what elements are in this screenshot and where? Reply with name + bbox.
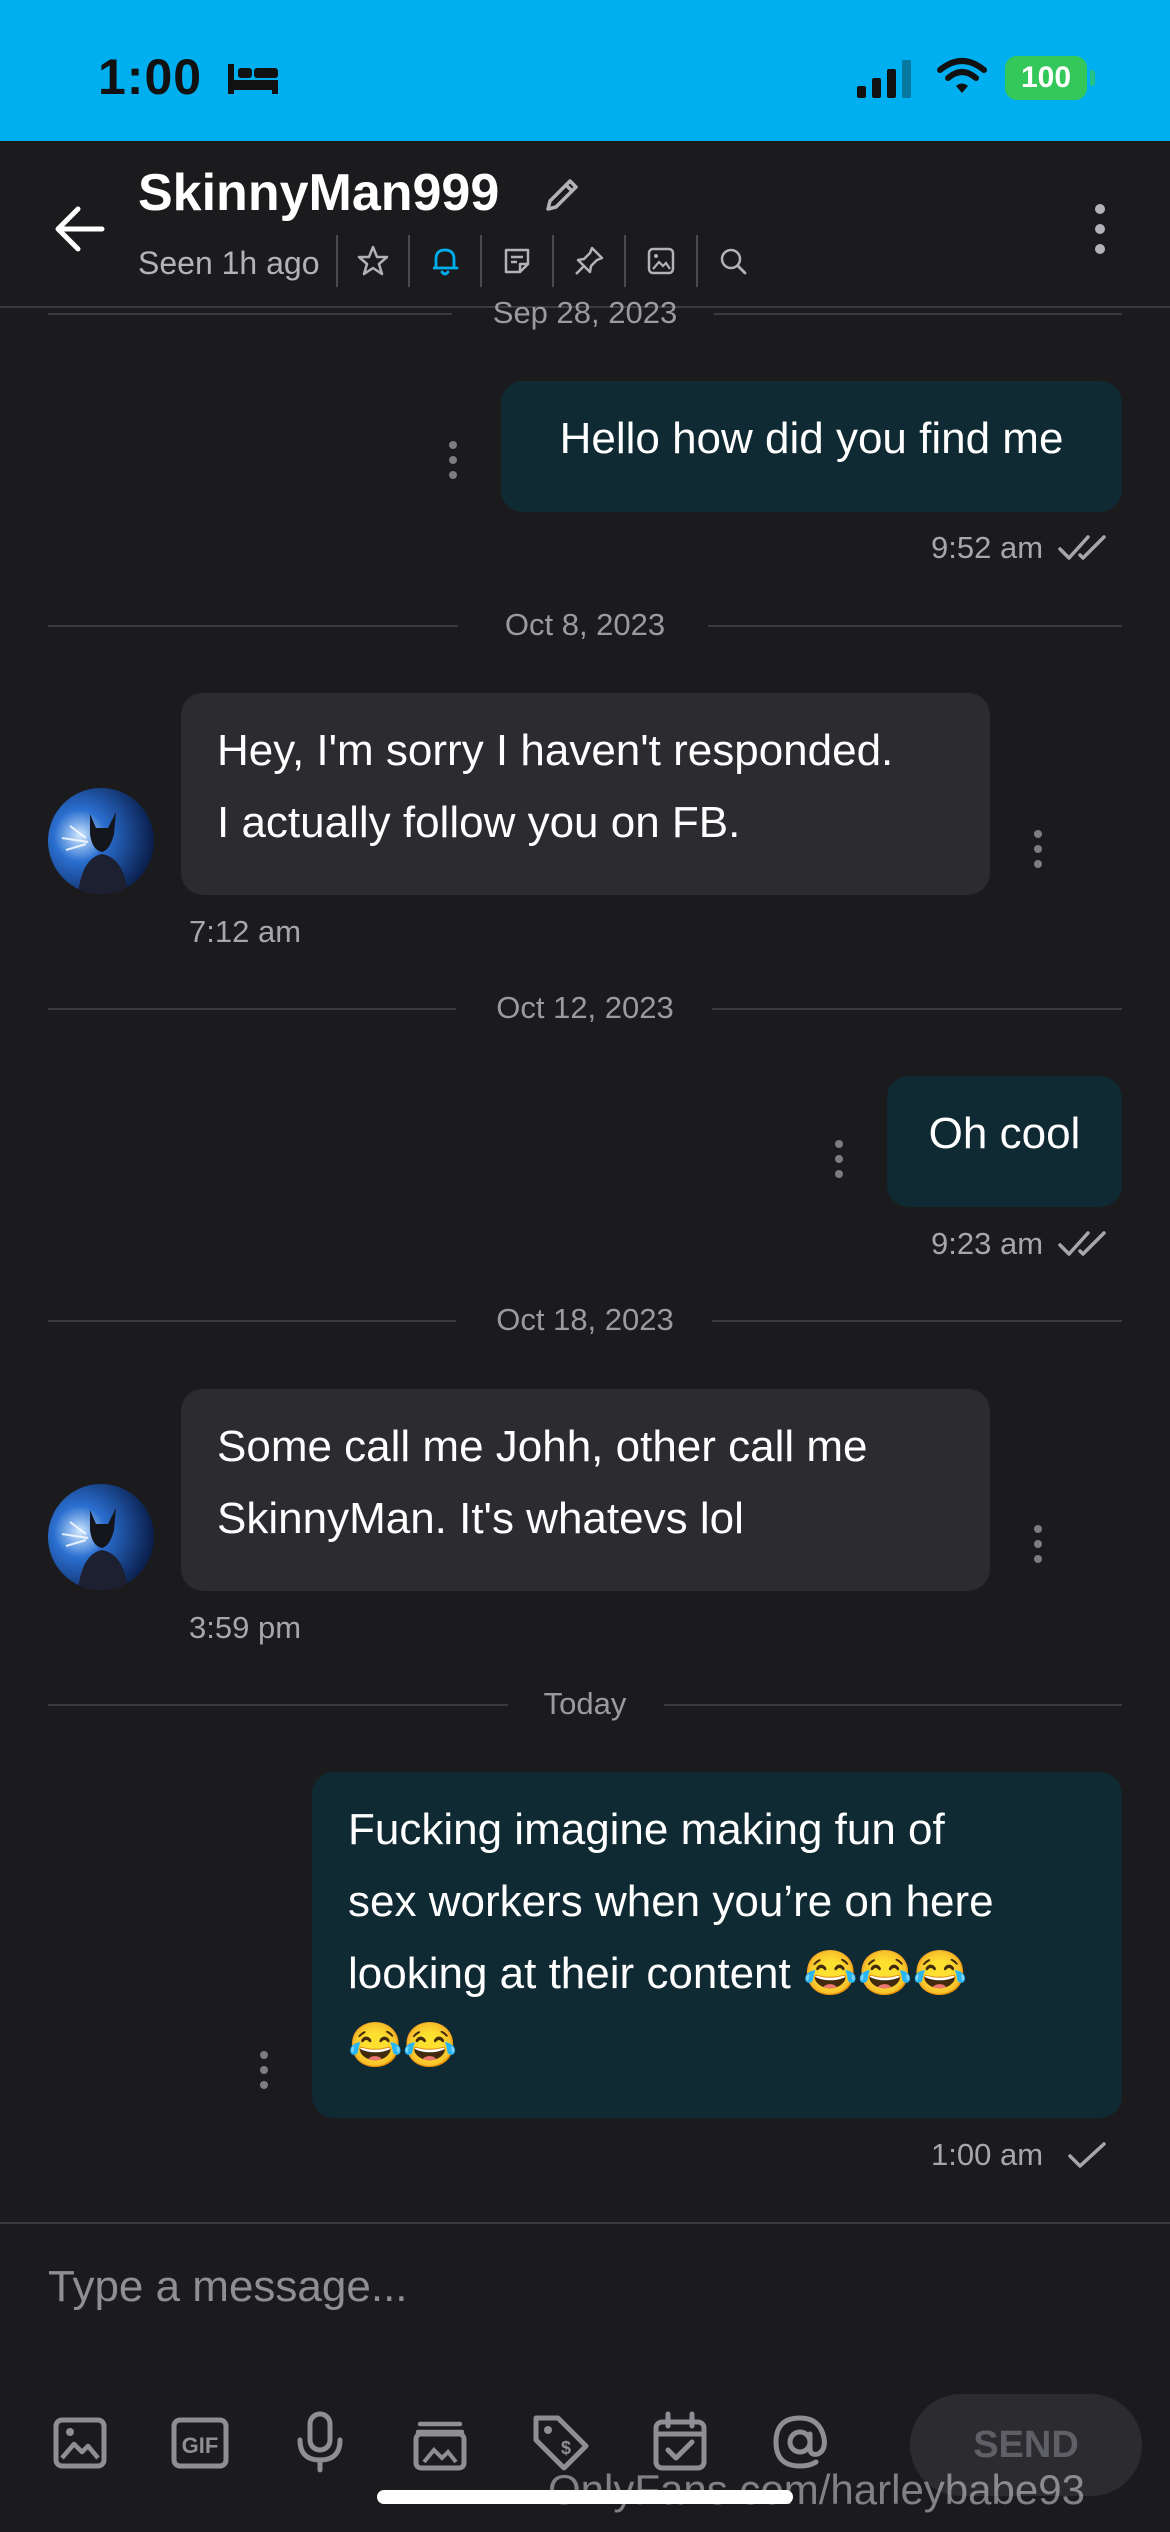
message-text-line: Fucking imagine making fun of [348, 1805, 945, 1854]
date-separator: Today [48, 1684, 1122, 1724]
bell-icon [433, 248, 459, 276]
battery-tip [1090, 70, 1095, 86]
home-indicator[interactable] [377, 2490, 793, 2504]
more-vertical-icon[interactable] [1078, 199, 1122, 259]
date-separator: Sep 28, 2023 [48, 293, 1122, 333]
search-icon [720, 248, 747, 275]
back-arrow-icon[interactable] [52, 201, 108, 257]
message-options-icon[interactable] [1028, 1522, 1048, 1566]
message-text-line: Hey, I'm sorry I haven't responded. [217, 726, 894, 775]
status-time: 1:00 [98, 49, 203, 105]
message-time: 1:00 am [931, 2137, 1044, 2172]
message-bubble-outgoing[interactable]: Fucking imagine making fun of sex worker… [312, 1772, 1122, 2118]
composer-divider [0, 2222, 1170, 2224]
note-icon [504, 248, 530, 274]
message-text-line: looking at their content 😂😂😂 [348, 1949, 968, 1998]
message-text-line: Some call me Johh, other call me [217, 1422, 868, 1471]
message-time: 3:59 pm [189, 1610, 302, 1645]
svg-text:GIF: GIF [182, 2433, 219, 2458]
star-icon [357, 245, 389, 276]
vault-icon[interactable] [408, 2410, 472, 2474]
message-bubble-incoming[interactable]: Hey, I'm sorry I haven't responded. I ac… [181, 693, 990, 895]
message-time: 9:52 am [931, 530, 1044, 565]
mention-icon[interactable] [768, 2410, 832, 2474]
message-input[interactable]: Type a message... [48, 2262, 408, 2312]
message-text-line: sex workers when you’re on here [348, 1877, 994, 1926]
chat-header: SkinnyMan999 Seen 1h ago [0, 141, 1170, 308]
message-time: 9:23 am [931, 1226, 1044, 1261]
message-text-line: SkinnyMan. It's whatevs lol [217, 1494, 744, 1543]
message-text-line: 😂😂 [348, 2021, 458, 2070]
scroll-spacer [0, 308, 1, 309]
read-receipt-icon [1058, 535, 1106, 560]
gif-icon[interactable]: GIF [168, 2410, 232, 2474]
message-options-icon[interactable] [443, 438, 463, 482]
sleep-focus-icon [228, 64, 278, 94]
gallery-icon [647, 247, 675, 275]
media-gallery-button[interactable] [624, 235, 696, 287]
date-separator: Oct 8, 2023 [48, 605, 1122, 645]
last-seen-status: Seen 1h ago [138, 245, 320, 281]
contact-name[interactable]: SkinnyMan999 [138, 163, 499, 223]
sent-check-icon [1068, 2142, 1106, 2168]
schedule-icon[interactable] [648, 2410, 712, 2474]
contact-avatar[interactable] [48, 788, 154, 894]
message-text: Oh cool [928, 1109, 1081, 1158]
date-separator: Oct 18, 2023 [48, 1300, 1122, 1340]
wifi-icon [937, 58, 987, 93]
message-text-line: I actually follow you on FB. [217, 798, 741, 847]
pin-icon [575, 246, 604, 275]
message-time: 7:12 am [189, 914, 302, 949]
pinned-button[interactable] [552, 235, 624, 287]
message-bubble-outgoing[interactable]: Oh cool [887, 1076, 1122, 1207]
read-receipt-icon [1058, 1231, 1106, 1256]
pencil-edit-icon[interactable] [540, 173, 584, 217]
microphone-icon[interactable] [288, 2410, 352, 2474]
svg-text:$: $ [561, 2438, 571, 2458]
image-icon[interactable] [48, 2410, 112, 2474]
favorite-button[interactable] [336, 235, 408, 287]
notifications-button[interactable] [408, 235, 480, 287]
contact-avatar[interactable] [48, 1484, 154, 1590]
header-toolbar [336, 235, 768, 287]
date-separator: Oct 12, 2023 [48, 988, 1122, 1028]
signal-icon [857, 60, 911, 98]
message-options-icon[interactable] [829, 1137, 849, 1181]
message-text: Hello how did you find me [559, 414, 1064, 463]
battery-indicator: 100 [1005, 56, 1087, 100]
message-bubble-outgoing[interactable]: Hello how did you find me [501, 381, 1122, 512]
message-bubble-incoming[interactable]: Some call me Johh, other call me SkinnyM… [181, 1389, 990, 1591]
price-tag-icon[interactable]: $ [528, 2410, 592, 2474]
message-options-icon[interactable] [254, 2048, 274, 2092]
search-button[interactable] [696, 235, 768, 287]
notes-button[interactable] [480, 235, 552, 287]
message-options-icon[interactable] [1028, 827, 1048, 871]
status-bar: 1:00 100 [0, 0, 1170, 141]
